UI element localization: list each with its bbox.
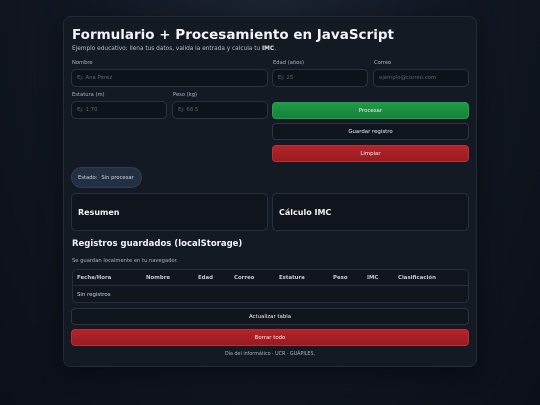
registros-table: Fecha/Hora Nombre Edad Correo Estatura P…: [72, 269, 469, 303]
procesar-button[interactable]: Procesar: [272, 102, 469, 119]
estatura-label: Estatura (m): [72, 92, 105, 98]
resumen-title: Resumen: [78, 208, 120, 217]
footer-text: Día del informático · UCR · GUÁPILES.: [224, 352, 316, 357]
column-header: Estatura: [279, 275, 305, 281]
actualizar-tabla-button[interactable]: Actualizar tabla: [71, 308, 469, 325]
correo-input[interactable]: [373, 69, 469, 87]
nombre-input[interactable]: [71, 69, 268, 87]
edad-input[interactable]: [272, 69, 368, 87]
page-title: Formulario + Procesamiento en JavaScript: [72, 27, 394, 43]
nombre-label: Nombre: [72, 60, 93, 66]
status-badge: Estado: Sin procesar: [71, 167, 142, 188]
imc-panel: Cálculo IMC: [272, 193, 469, 231]
column-header: Fecha/Hora: [77, 275, 112, 281]
page-subtitle: Ejemplo educativo: llena tus datos, vali…: [72, 46, 276, 52]
guardar-registro-button[interactable]: Guardar registro: [272, 123, 469, 140]
peso-input[interactable]: [172, 101, 268, 119]
subtitle-bold: IMC: [262, 46, 275, 52]
status-value: Sin procesar: [101, 174, 134, 181]
imc-title: Cálculo IMC: [279, 208, 332, 217]
subtitle-text: Ejemplo educativo: llena tus datos, vali…: [72, 46, 262, 52]
column-header: Nombre: [146, 275, 171, 281]
registros-note: Se guardan localmente en tu navegador.: [72, 258, 178, 264]
column-header: Clasificación: [398, 275, 436, 281]
empty-table-message: Sin registros: [77, 292, 111, 298]
main-card: Formulario + Procesamiento en JavaScript…: [63, 16, 477, 367]
limpiar-button[interactable]: Limpiar: [272, 145, 469, 162]
borrar-todo-button[interactable]: Borrar todo: [71, 329, 469, 346]
resumen-panel: Resumen: [71, 193, 268, 231]
column-header: Peso: [333, 275, 348, 281]
column-header: Correo: [234, 275, 255, 281]
status-label: Estado:: [78, 174, 98, 181]
column-header: IMC: [367, 275, 379, 281]
registros-title: Registros guardados (localStorage): [72, 239, 243, 249]
estatura-input[interactable]: [71, 101, 167, 119]
peso-label: Peso (kg): [173, 92, 198, 98]
column-header: Edad: [198, 275, 214, 281]
edad-label: Edad (años): [273, 60, 305, 66]
correo-label: Correo: [374, 60, 392, 66]
table-header: Fecha/Hora Nombre Edad Correo Estatura P…: [73, 270, 468, 286]
subtitle-suffix: .: [274, 46, 277, 52]
